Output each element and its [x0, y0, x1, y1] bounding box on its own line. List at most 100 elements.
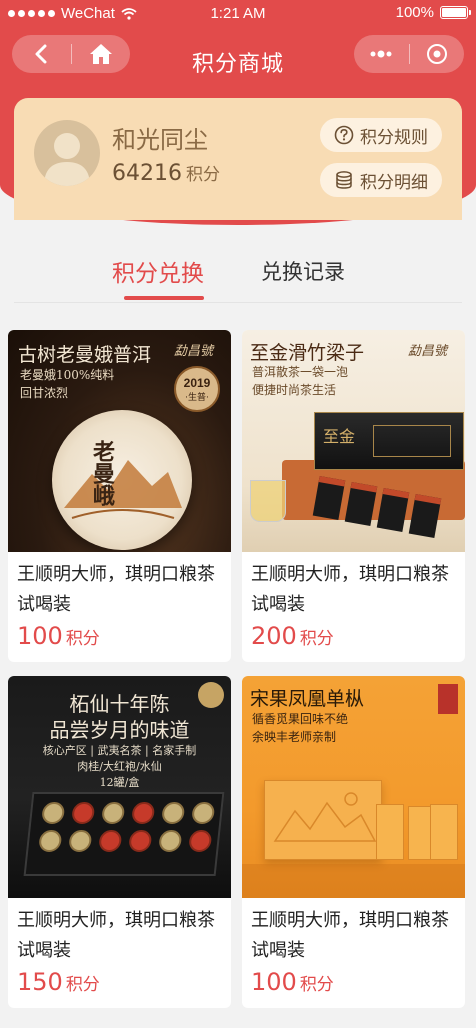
- product-price: 100 积分: [17, 622, 100, 650]
- cake-calligraphy: 老曼峨: [89, 440, 115, 506]
- product-title: 王顺明大师，琪明口粮茶试喝装: [251, 910, 449, 961]
- active-tab-indicator: [124, 296, 204, 300]
- image-headline-line2: 品尝岁月的味道: [49, 718, 190, 742]
- price-value: 100: [17, 622, 63, 650]
- box-pattern: [373, 425, 451, 457]
- more-dots-icon: [370, 50, 392, 58]
- brand-logo: 勐昌號: [174, 344, 214, 359]
- tea-sachet: [376, 488, 410, 532]
- box-label: 至金: [323, 427, 356, 446]
- close-miniprogram-button[interactable]: [409, 35, 464, 73]
- brand-logo-icon: [198, 682, 224, 708]
- points-rules-label: 积分规则: [360, 127, 428, 148]
- tea-can: [98, 830, 123, 852]
- product-price: 150 积分: [17, 968, 100, 996]
- tea-canister: [408, 806, 432, 860]
- product-price: 100 积分: [251, 968, 334, 996]
- tea-can: [71, 802, 96, 824]
- user-points: 64216 积分: [112, 160, 220, 186]
- tea-can: [191, 802, 216, 824]
- mountain-pattern-icon: [64, 460, 182, 519]
- battery-percent: 100%: [395, 4, 434, 21]
- product-price: 200 积分: [251, 622, 334, 650]
- year-badge: 2019 ·生普·: [174, 366, 220, 412]
- status-right: 100%: [395, 4, 471, 21]
- gift-box: [264, 780, 382, 860]
- image-subline: 肉桂/大红袍/水仙: [77, 760, 162, 773]
- image-subline: 循香觅果回味不绝: [252, 712, 349, 726]
- image-subline: 余映丰老师亲制: [252, 730, 337, 744]
- tea-sachet: [408, 494, 442, 538]
- table-surface: [242, 864, 465, 898]
- battery-icon: [440, 6, 471, 19]
- image-subline: 老曼娥100%纯料: [20, 368, 115, 382]
- product-card[interactable]: 宋果凤凰单枞 循香觅果回味不绝 余映丰老师亲制 王顺明大师，琪明口粮茶试喝装 1…: [242, 676, 465, 1008]
- capsule-menu: [354, 35, 464, 73]
- brand-seal-icon: [438, 684, 458, 714]
- tea-glass: [250, 480, 286, 522]
- tea-cake: 老曼峨: [52, 410, 192, 550]
- tea-canister: [430, 804, 458, 860]
- tea-can: [188, 830, 213, 852]
- points-rules-button[interactable]: 积分规则: [320, 118, 442, 152]
- default-avatar-icon: [44, 133, 90, 186]
- user-card: 和光同尘 64216 积分 积分规则 积分明细: [14, 98, 462, 220]
- status-bar: WeChat 1:21 AM 100%: [0, 0, 476, 28]
- image-headline: 至金滑竹梁子: [250, 342, 365, 364]
- product-image: 宋果凤凰单枞 循香觅果回味不绝 余映丰老师亲制: [242, 676, 465, 898]
- points-unit: 积分: [186, 165, 220, 185]
- product-title: 王顺明大师，琪明口粮茶试喝装: [17, 564, 215, 615]
- avatar[interactable]: [34, 120, 100, 186]
- product-image: 柘仙十年陈 品尝岁月的味道 核心产区 | 武夷名茶 | 名家手制 肉桂/大红袍/…: [8, 676, 231, 898]
- badge-year: 2019: [183, 376, 211, 390]
- price-value: 100: [251, 968, 297, 996]
- tea-can: [68, 830, 93, 852]
- user-name: 和光同尘: [112, 126, 208, 154]
- image-subline: 普洱散茶一袋一泡: [252, 365, 349, 379]
- tab-points-exchange[interactable]: 积分兑换: [112, 254, 204, 288]
- tab-bar: 积分兑换 兑换记录: [0, 240, 476, 302]
- tea-can: [131, 802, 156, 824]
- tea-box: [23, 792, 225, 876]
- tea-canister: [376, 804, 404, 860]
- box-pattern-icon: [273, 792, 377, 842]
- more-button[interactable]: [354, 35, 409, 73]
- coins-stack-icon: [336, 171, 352, 189]
- points-detail-button[interactable]: 积分明细: [320, 163, 442, 197]
- image-subline: 核心产区 | 武夷名茶 | 名家手制: [42, 744, 197, 757]
- tea-cans-grid: [27, 794, 222, 860]
- points-value: 64216: [112, 161, 182, 186]
- price-unit: 积分: [65, 629, 100, 649]
- badge-text: ·生普·: [185, 393, 209, 403]
- product-box: 至金: [314, 412, 464, 470]
- points-detail-label: 积分明细: [360, 172, 428, 193]
- image-headline: 古树老曼娥普洱: [18, 344, 152, 366]
- product-card[interactable]: 至金滑竹梁子 普洱散茶一袋一泡 便捷时尚茶生活 勐昌號 至金 王顺明大师，琪明口…: [242, 330, 465, 662]
- image-subline: 回甘浓烈: [20, 386, 69, 400]
- tea-can: [41, 802, 66, 824]
- price-value: 200: [251, 622, 297, 650]
- image-subline: 12罐/盒: [99, 776, 140, 789]
- product-title: 王顺明大师，琪明口粮茶试喝装: [251, 564, 449, 615]
- image-subline: 便捷时尚茶生活: [252, 383, 337, 397]
- product-card[interactable]: 古树老曼娥普洱 老曼娥100%纯料 回甘浓烈 勐昌號 2019 ·生普· 老曼峨…: [8, 330, 231, 662]
- brand-logo: 勐昌號: [408, 344, 448, 359]
- price-value: 150: [17, 968, 63, 996]
- tea-can: [161, 802, 186, 824]
- tea-can: [38, 830, 63, 852]
- tea-can: [101, 802, 126, 824]
- image-headline: 宋果凤凰单枞: [250, 688, 365, 710]
- price-unit: 积分: [299, 629, 334, 649]
- target-circle-icon: [426, 44, 447, 64]
- product-title: 王顺明大师，琪明口粮茶试喝装: [17, 910, 215, 961]
- tea-can: [128, 830, 153, 852]
- product-image: 古树老曼娥普洱 老曼娥100%纯料 回甘浓烈 勐昌號 2019 ·生普· 老曼峨: [8, 330, 231, 552]
- tabs-divider: [14, 302, 462, 303]
- product-image: 至金滑竹梁子 普洱散茶一袋一泡 便捷时尚茶生活 勐昌號 至金: [242, 330, 465, 552]
- tea-can: [158, 830, 183, 852]
- price-unit: 积分: [65, 975, 100, 995]
- product-card[interactable]: 柘仙十年陈 品尝岁月的味道 核心产区 | 武夷名茶 | 名家手制 肉桂/大红袍/…: [8, 676, 231, 1008]
- tab-exchange-records[interactable]: 兑换记录: [261, 256, 345, 286]
- question-circle-icon: [334, 125, 354, 145]
- price-unit: 积分: [299, 975, 334, 995]
